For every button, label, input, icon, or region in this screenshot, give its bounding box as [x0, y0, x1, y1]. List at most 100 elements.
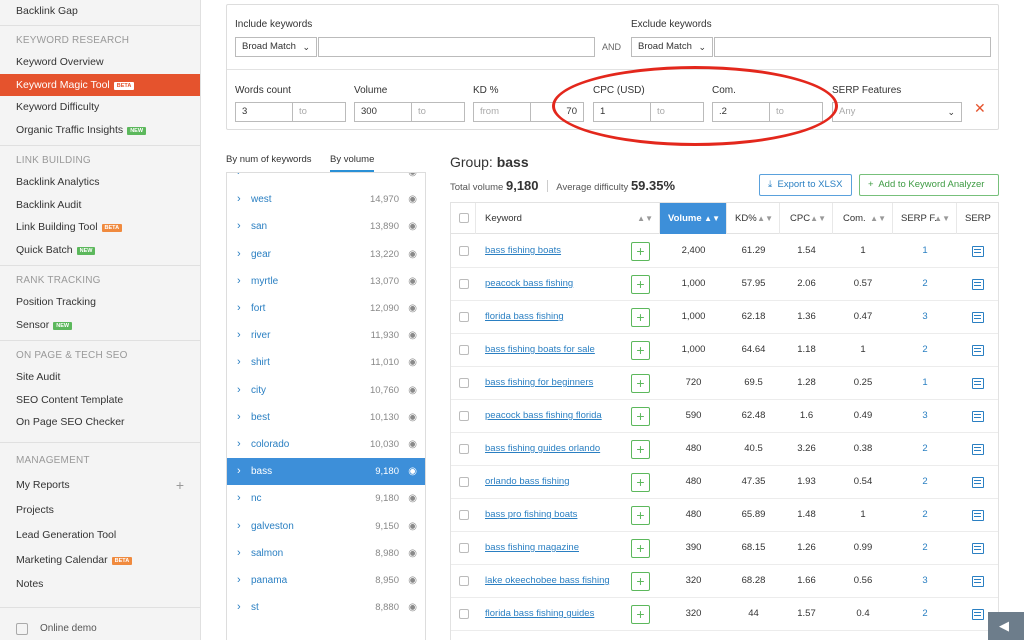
eye-icon[interactable]: ◉: [408, 431, 417, 458]
feedback-button[interactable]: ◀: [988, 612, 1024, 640]
keyword-link[interactable]: bass fishing guides orlando: [485, 443, 600, 454]
serp-icon[interactable]: [972, 510, 984, 521]
serp-features-cell[interactable]: 2: [893, 532, 957, 564]
add-keyword-button[interactable]: +: [631, 605, 650, 624]
add-to-keyword-analyzer-button[interactable]: + Add to Keyword Analyzer: [859, 174, 999, 196]
serp-icon[interactable]: [972, 246, 984, 257]
serp-features-cell[interactable]: 2: [893, 598, 957, 630]
column-header-volume[interactable]: Volume ▲▼: [660, 203, 727, 234]
exclude-keywords-input[interactable]: [714, 37, 991, 57]
sidebar-item-my-reports[interactable]: My Reports +: [0, 474, 200, 496]
serp-features-cell[interactable]: 2: [893, 268, 957, 300]
sidebar-item-link-building-tool[interactable]: Link Building Tool BETA: [0, 216, 200, 238]
eye-icon[interactable]: ◉: [408, 295, 417, 322]
select-all-checkbox[interactable]: [459, 213, 469, 223]
row-checkbox[interactable]: [459, 378, 469, 388]
group-list-item[interactable]: › salmon 8,980 ◉: [227, 540, 425, 567]
eye-icon[interactable]: ◉: [408, 213, 417, 240]
keyword-link[interactable]: bass fishing boats for sale: [485, 344, 595, 355]
eye-icon[interactable]: ◉: [408, 349, 417, 376]
row-checkbox[interactable]: [459, 411, 469, 421]
kd-from-input[interactable]: from: [473, 102, 531, 122]
eye-icon[interactable]: ◉: [408, 513, 417, 540]
eye-icon[interactable]: ◉: [408, 377, 417, 404]
row-checkbox[interactable]: [459, 246, 469, 256]
sidebar-item-on-page-seo-checker[interactable]: On Page SEO Checker: [0, 411, 200, 433]
group-list-item[interactable]: › san 13,890 ◉: [227, 213, 425, 240]
serp-features-cell[interactable]: 2: [893, 433, 957, 465]
keyword-link[interactable]: peacock bass fishing florida: [485, 410, 602, 421]
clear-filters-icon[interactable]: ✕: [974, 100, 986, 117]
serp-icon[interactable]: [972, 411, 984, 422]
sidebar-item-seo-content-template[interactable]: SEO Content Template: [0, 389, 200, 411]
keyword-link[interactable]: lake okeechobee bass fishing: [485, 575, 610, 586]
sidebar-item-position-tracking[interactable]: Position Tracking: [0, 291, 200, 313]
eye-icon[interactable]: ◉: [408, 594, 417, 621]
add-keyword-button[interactable]: +: [631, 473, 650, 492]
sidebar-item-sensor[interactable]: Sensor NEW: [0, 314, 200, 336]
add-keyword-button[interactable]: +: [631, 308, 650, 327]
eye-icon[interactable]: ◉: [408, 186, 417, 213]
eye-icon[interactable]: ◉: [408, 173, 417, 186]
keyword-link[interactable]: peacock bass fishing: [485, 278, 573, 289]
serp-features-cell[interactable]: 3: [893, 301, 957, 333]
row-checkbox[interactable]: [459, 510, 469, 520]
row-checkbox[interactable]: [459, 312, 469, 322]
serp-features-cell[interactable]: 3: [893, 565, 957, 597]
row-checkbox[interactable]: [459, 345, 469, 355]
serp-features-select[interactable]: Any ⌄: [832, 102, 962, 122]
row-checkbox[interactable]: [459, 609, 469, 619]
eye-icon[interactable]: ◉: [408, 404, 417, 431]
eye-icon[interactable]: ◉: [408, 540, 417, 567]
row-checkbox[interactable]: [459, 444, 469, 454]
sidebar-item-keyword-overview[interactable]: Keyword Overview: [0, 51, 200, 73]
serp-features-cell[interactable]: 1: [893, 235, 957, 267]
serp-icon[interactable]: [972, 312, 984, 323]
online-demo-link[interactable]: Online demo: [16, 620, 97, 638]
add-keyword-button[interactable]: +: [631, 341, 650, 360]
sidebar-item-site-audit[interactable]: Site Audit: [0, 366, 200, 388]
tab-by-num-of-keywords[interactable]: By num of keywords: [226, 154, 312, 165]
group-list-item[interactable]: › panama 8,950 ◉: [227, 567, 425, 594]
keyword-link[interactable]: florida bass fishing guides: [485, 608, 594, 619]
add-keyword-button[interactable]: +: [631, 506, 650, 525]
sidebar-item-organic-traffic-insights[interactable]: Organic Traffic Insights NEW: [0, 119, 200, 141]
words-count-to-input[interactable]: to: [292, 102, 346, 122]
group-list-item[interactable]: › fort 12,090 ◉: [227, 295, 425, 322]
eye-icon[interactable]: ◉: [408, 567, 417, 594]
keyword-link[interactable]: bass fishing magazine: [485, 542, 579, 553]
sidebar-item-quick-batch[interactable]: Quick Batch NEW: [0, 239, 200, 261]
column-header-kd[interactable]: KD% ▲▼: [727, 203, 780, 234]
serp-features-cell[interactable]: 2: [893, 499, 957, 531]
add-keyword-button[interactable]: +: [631, 572, 650, 591]
plus-icon[interactable]: +: [176, 474, 184, 496]
group-list-item[interactable]: › river 11,930 ◉: [227, 322, 425, 349]
serp-icon[interactable]: [972, 444, 984, 455]
eye-icon[interactable]: ◉: [408, 458, 417, 485]
serp-icon[interactable]: [972, 477, 984, 488]
volume-to-input[interactable]: to: [411, 102, 465, 122]
group-list-item[interactable]: › ◉: [227, 173, 425, 186]
keyword-link[interactable]: florida bass fishing: [485, 311, 564, 322]
eye-icon[interactable]: ◉: [408, 268, 417, 295]
tab-by-volume[interactable]: By volume: [330, 154, 375, 172]
add-keyword-button[interactable]: +: [631, 374, 650, 393]
serp-features-cell[interactable]: 2: [893, 466, 957, 498]
row-checkbox[interactable]: [459, 543, 469, 553]
add-keyword-button[interactable]: +: [631, 407, 650, 426]
add-keyword-button[interactable]: +: [631, 275, 650, 294]
keyword-link[interactable]: orlando bass fishing: [485, 476, 570, 487]
column-header-keyword[interactable]: Keyword ▲▼: [476, 203, 660, 234]
exclude-match-select[interactable]: Broad Match ⌄: [631, 37, 713, 57]
eye-icon[interactable]: ◉: [408, 322, 417, 349]
serp-features-cell[interactable]: 2: [893, 334, 957, 366]
group-list-item[interactable]: › myrtle 13,070 ◉: [227, 268, 425, 295]
serp-features-cell[interactable]: 1: [893, 367, 957, 399]
include-keywords-input[interactable]: [318, 37, 595, 57]
eye-icon[interactable]: ◉: [408, 485, 417, 512]
sidebar-item-keyword-magic-tool[interactable]: Keyword Magic Tool BETA: [0, 74, 200, 96]
group-list-item[interactable]: › galveston 9,150 ◉: [227, 513, 425, 540]
sidebar-item-backlink-gap[interactable]: Backlink Gap: [0, 0, 200, 22]
sidebar-item-keyword-difficulty[interactable]: Keyword Difficulty: [0, 96, 200, 118]
column-header-com[interactable]: Com. ▲▼: [833, 203, 893, 234]
